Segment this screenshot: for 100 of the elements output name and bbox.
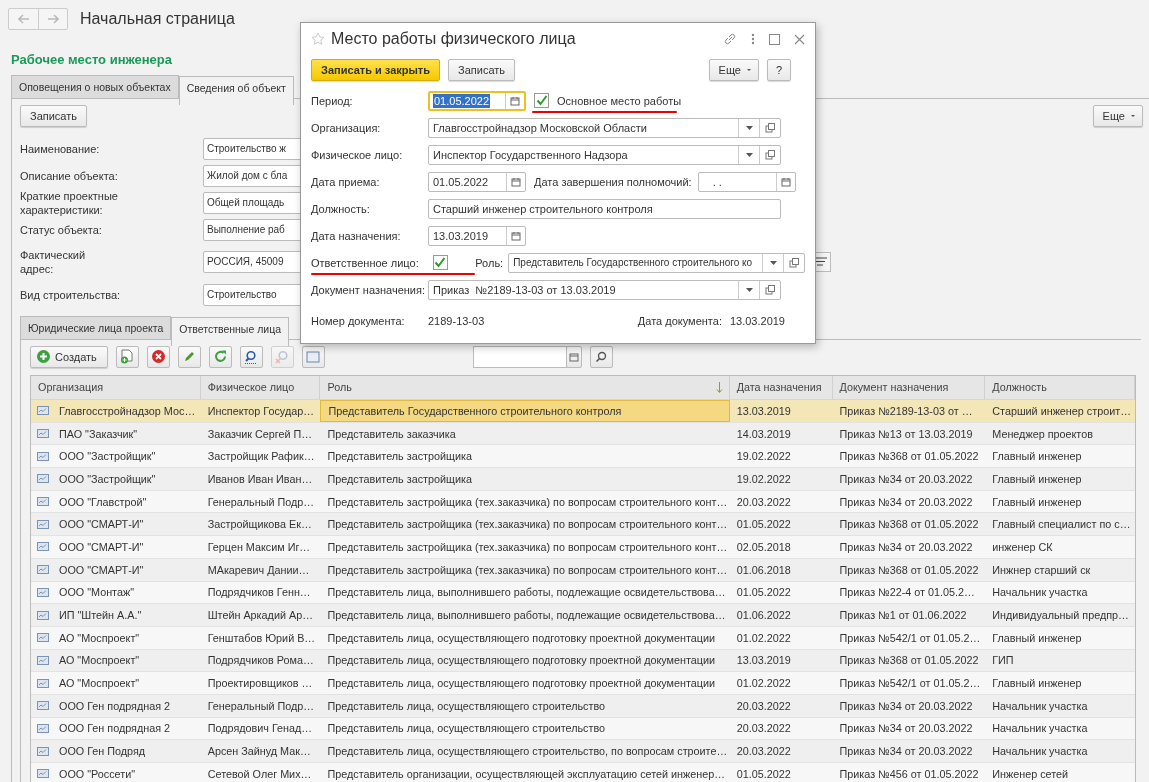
table-row[interactable]: ООО Ген подрядная 2 Подрядович Генад… Представитель лица, осуществляющего строительство 20.03.2022 Приказ №34 от 20.03.2022 Начальник участка <box>31 717 1135 741</box>
column-header[interactable]: Физическое лицо <box>200 376 321 399</box>
table-cell: 14.03.2019 <box>736 427 791 440</box>
maximize-icon[interactable] <box>769 33 780 45</box>
table-cell: Приказ №542/1 от 01.05.2… <box>839 677 981 690</box>
field-label: Период: <box>311 94 354 107</box>
table-cell: Приказ №1 от 01.06.2022 <box>839 609 967 622</box>
date-field[interactable]: . . <box>697 171 796 192</box>
open-icon[interactable] <box>765 122 775 133</box>
date-field[interactable]: 01.05.2022 <box>428 90 526 111</box>
table-cell: Приказ №34 от 20.03.2022 <box>839 472 973 485</box>
dropdown-caret-icon[interactable] <box>745 152 753 157</box>
copy-button[interactable] <box>115 345 139 368</box>
table-cell: Начальник участка <box>992 745 1088 758</box>
column-header[interactable]: Роль <box>320 376 730 399</box>
table-cell: 19.02.2022 <box>736 472 791 485</box>
table-cell: Приказ №456 от 01.05.2022 <box>839 767 979 780</box>
save-button[interactable]: Записать <box>448 59 516 81</box>
table-cell: ИП "Штейн А.А." <box>59 609 142 622</box>
table-cell: Подрядчиков Генн… <box>207 586 311 599</box>
date-field[interactable]: 01.05.2022 <box>428 171 526 192</box>
dropdown-caret-icon[interactable] <box>745 125 753 130</box>
table-cell: Представитель застройщика (тех.заказчика) по вопросам строительного конт… <box>327 518 728 531</box>
card-icon <box>37 451 49 461</box>
create-button[interactable]: Создать <box>30 345 108 368</box>
section-title: Рабочее место инженера <box>11 52 174 69</box>
select-field[interactable]: Представитель Государственного строительного ко <box>508 252 805 273</box>
card-icon <box>37 474 49 484</box>
table-cell: Герцен Максим Иг… <box>207 540 311 553</box>
star-icon[interactable] <box>311 32 325 46</box>
text-field[interactable]: Старший инженер строительного контроля <box>428 198 781 219</box>
dropdown-caret-icon[interactable] <box>769 260 777 265</box>
table-cell: Застройщикова Ек… <box>207 518 312 531</box>
save-and-close-button[interactable]: Записать и закрыть <box>311 59 441 81</box>
tab[interactable]: Оповещения о новых объектах <box>11 75 179 98</box>
table-row[interactable]: ООО "Главстрой" Генеральный Подр… Представитель застройщика (тех.заказчика) по вопросам строительного конт… 20.03.2022 Приказ №34 от 20.03.2022 Главный инженер <box>31 490 1135 514</box>
table-row[interactable]: ООО "СМАРТ-И" Застройщикова Ек… Представитель застройщика (тех.заказчика) по вопросам строительного конт… 01.05.2022 Приказ №368 от 01.05.2022 Главный специалист по с… <box>31 513 1135 537</box>
table-row[interactable]: ООО "Монтаж" Подрядчиков Генн… Представитель лица, выполнившего работы, подлежащие освидетельствова… 01.05.2022 Приказ №22-4 от 01.05.2… Начальник участка <box>31 581 1135 605</box>
table-row[interactable]: ПАО "Заказчик" Заказчик Сергей П… Представитель заказчика 14.03.2019 Приказ №13 от 13.03.2019 Менеджер проектов <box>31 422 1135 446</box>
table-cell: Представитель лица, осуществляющего строительство <box>327 699 606 712</box>
table-cell: 01.02.2022 <box>736 631 791 644</box>
dialog-title: Место работы физического лица <box>331 30 576 48</box>
table-cell: Генеральный Подр… <box>207 699 315 712</box>
edit-button[interactable] <box>177 345 201 368</box>
table-row[interactable]: ИП "Штейн А.А." Штейн Аркадий Ар… Представитель лица, выполнившего работы, подлежащие освидетельствова… 01.06.2022 Приказ №1 от 01.06.2022 Индивидуальный предпр… <box>31 604 1135 627</box>
table-cell: Заказчик Сергей П… <box>207 427 313 440</box>
close-icon[interactable] <box>794 33 805 45</box>
report-button[interactable] <box>301 345 325 368</box>
date-field[interactable]: 13.03.2019 <box>428 225 526 246</box>
tab[interactable]: Сведения об объект <box>178 76 294 105</box>
table-row[interactable]: ООО "СМАРТ-И" МАкаревич Дании… Представитель застройщика (тех.заказчика) по вопросам строительного конт… 01.06.2018 Приказ №368 от 01.05.2022 Инжнер старший ск <box>31 558 1135 582</box>
table-row[interactable]: ООО "Россети" Сетевой Олег Мих… Представитель организации, осуществляющей эксплуатацию сетей инженер… 01.05.2022 Приказ №456 от 01.05.2022 Инженер сетей <box>31 763 1135 782</box>
search-button[interactable] <box>239 345 263 368</box>
delete-button[interactable] <box>146 345 170 368</box>
date-field[interactable] <box>472 345 567 368</box>
table-cell: АО "Моспроект" <box>59 654 140 667</box>
table-row[interactable]: ООО Ген подрядная 2 Генеральный Подр… Представитель лица, осуществляющего строительство 20.03.2022 Приказ №34 от 20.03.2022 Начальник участка <box>31 694 1135 718</box>
tab[interactable]: Юридические лица проекта <box>20 316 172 339</box>
field-label: Организация: <box>311 121 382 134</box>
more-button[interactable]: Еще <box>1092 105 1143 127</box>
table-cell: Генеральный Подр… <box>207 495 315 508</box>
table-row[interactable]: АО "Моспроект" Подрядчиков Рома… Представитель лица, осуществляющего подготовку проектной документации 13.03.2019 Приказ №368 от 01.05.2022 ГИП <box>31 649 1135 673</box>
save-button[interactable]: Записать <box>20 105 87 127</box>
link-icon[interactable] <box>723 32 737 46</box>
table-row[interactable]: Главгосстройнадзор Мос… Инспектор Государ… Представитель Государственного строительного контроля 13.03.2019 Приказ №2189-13-03 от … Старший инженер строит… <box>31 400 1135 423</box>
select-field[interactable]: Приказ №2189-13-03 от 13.03.2019 <box>428 279 781 300</box>
table-row[interactable]: ООО "СМАРТ-И" Герцен Максим Иг… Представитель застройщика (тех.заказчика) по вопросам строительного конт… 02.05.2018 Приказ №34 от 20.03.2022 инженер СК <box>31 536 1135 559</box>
column-header[interactable]: Дата назначения <box>729 376 833 399</box>
card-icon <box>37 610 49 620</box>
open-icon[interactable] <box>765 149 775 160</box>
checkbox[interactable] <box>432 255 448 270</box>
table-row[interactable]: АО "Моспроект" Генштабов Юрий В… Представитель лица, осуществляющего подготовку проектной документации 01.02.2022 Приказ №542/1 от 01.05.2… Главный инженер <box>31 626 1135 650</box>
column-header[interactable]: Документ назначения <box>832 376 986 399</box>
tab[interactable]: Ответственные лица <box>171 317 290 346</box>
table-row[interactable]: АО "Моспроект" Проектировщиков … Представитель лица, осуществляющего подготовку проектной документации 01.02.2022 Приказ №542/1 от 01.05.2… Главный инженер <box>31 672 1135 695</box>
table-cell: Приказ №34 от 20.03.2022 <box>839 722 973 735</box>
dropdown-caret-icon[interactable] <box>745 287 753 292</box>
open-icon[interactable] <box>765 284 775 295</box>
table-row[interactable]: ООО Ген Подряд Арсен Зайнуд Мак… Представитель лица, осуществляющего строительство, по вопросам строите… 20.03.2022 Приказ №34 от 20.03.2022 Начальник участка <box>31 740 1135 763</box>
table-row[interactable]: ООО "Застройщик" Застройщик Рафик… Представитель застройщика 19.02.2022 Приказ №368 от 01.05.2022 Главный инженер <box>31 445 1135 469</box>
select-field[interactable]: Инспектор Государственного Надзора <box>428 144 781 165</box>
search-button[interactable] <box>589 345 613 368</box>
select-field[interactable]: Главгосстройнадзор Московской Области <box>428 117 781 138</box>
table-cell: Приказ №2189-13-03 от … <box>839 404 973 417</box>
table-cell: Главный инженер <box>992 472 1082 485</box>
table-cell: ООО Ген подрядная 2 <box>59 722 171 735</box>
table-cell: Арсен Зайнуд Мак… <box>207 745 311 758</box>
open-icon[interactable] <box>789 257 799 268</box>
more-button[interactable]: Еще <box>708 59 759 81</box>
field-label: Дата приема: <box>311 175 381 188</box>
more-vertical-icon[interactable] <box>751 33 755 45</box>
table-cell: ООО "СМАРТ-И" <box>59 518 144 531</box>
table-cell: 13.03.2019 <box>736 404 791 417</box>
checkbox[interactable] <box>534 93 549 108</box>
help-button[interactable]: ? <box>767 59 791 81</box>
refresh-button[interactable] <box>208 345 232 368</box>
column-header[interactable]: Должность <box>985 376 1135 399</box>
column-header[interactable]: Организация <box>31 376 201 399</box>
table-row[interactable]: ООО "Застройщик" Иванов Иван Иван… Представитель застройщика 19.02.2022 Приказ №34 от 20.03.2022 Главный инженер <box>31 468 1135 491</box>
caret-icon <box>1130 114 1136 118</box>
